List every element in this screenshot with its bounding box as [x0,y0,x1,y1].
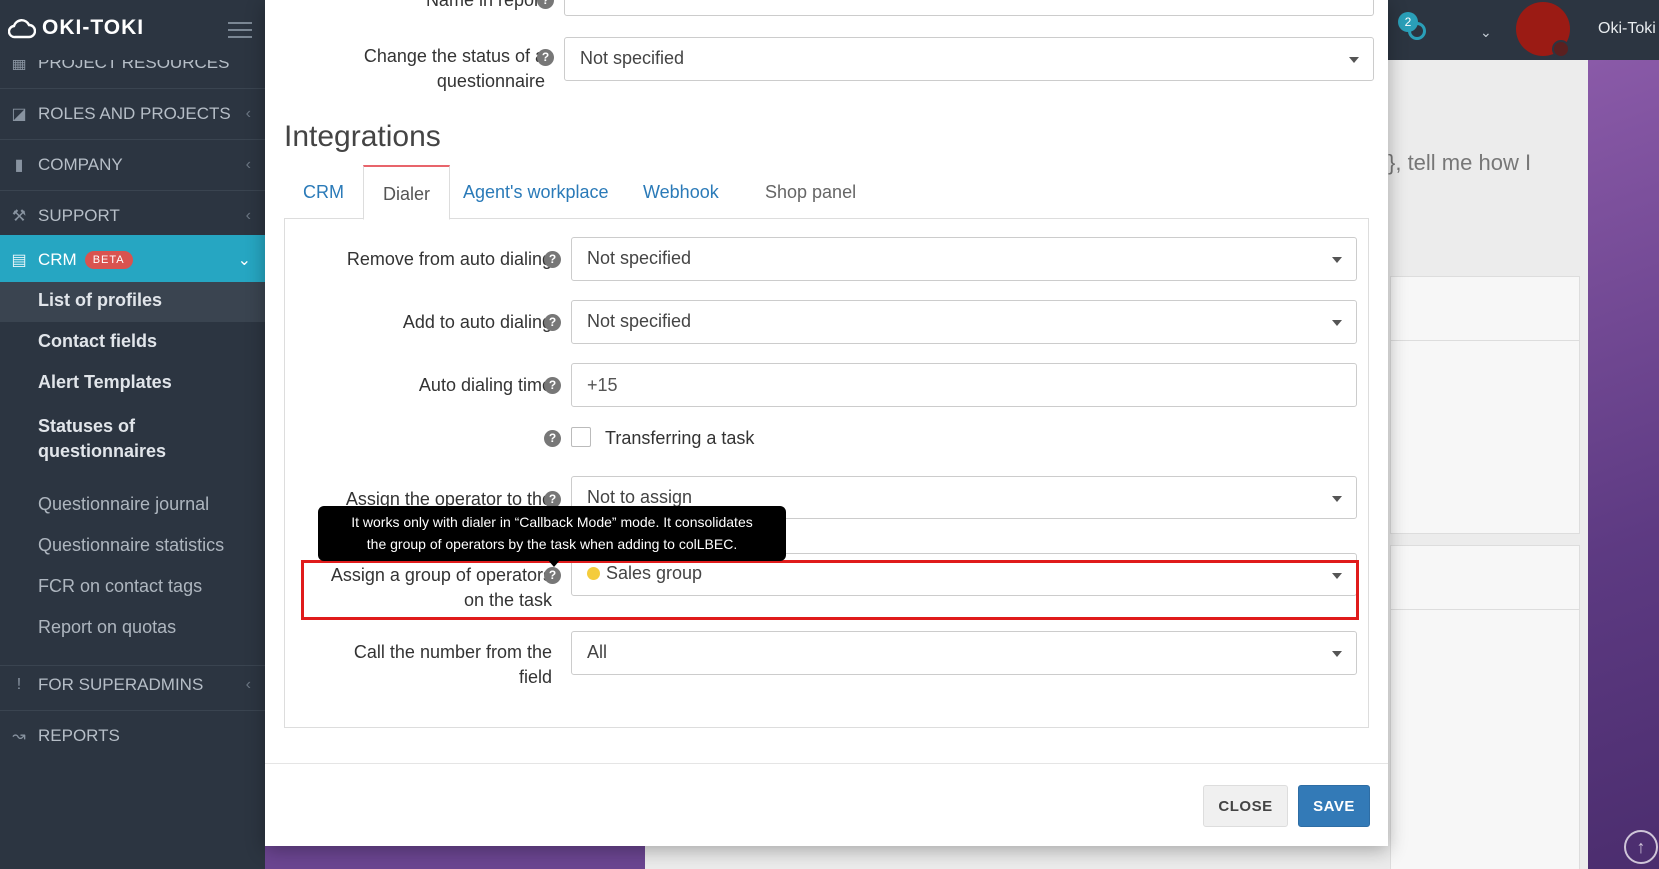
caret-down-icon [1332,257,1342,263]
sidebar: ▦ PROJECT RESOURCES ◪ ROLES AND PROJECTS… [0,60,265,869]
remove-auto-dialing-label: Remove from auto dialing [346,249,552,269]
background-card [1390,276,1580,534]
sidebar-item-label: CRM [38,250,77,269]
sidebar-item-company[interactable]: ▮ COMPANY ‹ [0,140,265,190]
tab-webhook[interactable]: Webhook [624,165,738,219]
sidebar-item-crm[interactable]: ▤ CRM BETA ⌄ [0,235,265,285]
chevron-left-icon: ‹ [245,105,251,122]
change-status-label: Change the status of a questionnaire [363,46,545,91]
highlight-annotation [301,560,1359,620]
tab-dialer[interactable]: Dialer [363,165,451,220]
sidebar-item-label: ROLES AND PROJECTS [38,104,231,123]
integrations-modal: Name in report ? The text of the answer … [265,0,1388,846]
brand-name: OKI-TOKI [42,16,145,39]
background-text: }, tell me how I [1388,150,1532,175]
background-decoration [1588,60,1659,869]
tooltip-arrow [548,560,560,567]
add-auto-dialing-label: Add to auto dialing [402,312,552,332]
sidebar-item-project-resources[interactable]: ▦ PROJECT RESOURCES [0,60,265,88]
background-card [1390,545,1580,869]
chevron-down-icon: ⌄ [237,252,251,269]
remove-auto-dialing-select[interactable]: Not specified [571,237,1357,281]
sidebar-item-label: FOR SUPERADMINS [38,675,204,694]
chevron-down-icon[interactable]: ⌄ [1480,24,1492,41]
transferring-task-checkbox[interactable] [571,427,591,447]
status-dot [1552,40,1570,58]
tab-crm[interactable]: CRM [284,165,363,219]
help-icon[interactable]: ? [544,377,561,394]
exclamation-icon: ! [16,676,22,693]
help-icon[interactable]: ? [544,430,561,447]
sidebar-item-label: PROJECT RESOURCES [38,60,230,72]
name-in-report-label: Name in report [425,0,545,10]
sidebar-item-label: COMPANY [38,155,123,174]
menu-toggle-icon[interactable] [228,22,252,38]
chevron-left-icon: ‹ [245,156,251,173]
save-button[interactable]: SAVE [1298,785,1370,827]
help-icon[interactable]: ? [544,314,561,331]
sidebar-item-support[interactable]: ⚒ SUPPORT ‹ [0,191,265,241]
add-auto-dialing-select[interactable]: Not specified [571,300,1357,344]
logo[interactable]: OKI-TOKI [8,16,144,40]
notification-badge: 2 [1398,12,1418,32]
integration-tabs: CRM Dialer Agent's workplace Webhook Sho… [284,165,1369,220]
wrench-icon: ⚒ [11,208,27,225]
list-icon: ▤ [11,252,27,269]
crm-subitem[interactable]: Questionnaire statistics [38,535,224,556]
sidebar-item-reports[interactable]: ↝ REPORTS [0,711,265,761]
name-in-report-input[interactable]: The text of the answer [564,0,1374,16]
caret-down-icon [1332,496,1342,502]
crm-subitem[interactable]: Alert Templates [38,372,172,393]
help-icon[interactable]: ? [544,251,561,268]
cloud-logo-icon [8,19,36,39]
chevron-left-icon: ‹ [245,676,251,693]
caret-down-icon [1349,57,1359,63]
sidebar-item-roles-and-projects[interactable]: ◪ ROLES AND PROJECTS ‹ [0,89,265,139]
chevron-left-icon: ‹ [245,207,251,224]
scroll-to-top-icon[interactable]: ↑ [1624,830,1658,864]
crm-subitem[interactable]: List of profiles [38,290,162,311]
help-tooltip: It works only with dialer in “Callback M… [318,506,786,561]
sidebar-item-label: REPORTS [38,726,120,745]
grid-icon: ▦ [11,60,27,72]
sidebar-item-for-superadmins[interactable]: ! FOR SUPERADMINS ‹ [0,660,265,710]
line-chart-icon: ↝ [12,728,26,745]
auto-dialing-time-input[interactable]: +15 [571,363,1357,407]
transferring-task-label: Transferring a task [605,428,755,448]
help-icon[interactable]: ? [537,49,554,66]
change-status-select[interactable]: Not specified [564,37,1374,81]
crm-subitem[interactable]: Report on quotas [38,617,176,638]
crm-subitem[interactable]: Contact fields [38,331,157,352]
caret-down-icon [1332,320,1342,326]
close-button[interactable]: CLOSE [1203,785,1288,827]
auto-dialing-time-label: Auto dialing time [418,375,552,395]
call-from-field-label: Call the number from the field [353,642,552,687]
crm-subitem[interactable]: Questionnaire journal [38,494,209,515]
crm-subitem[interactable]: FCR on contact tags [38,576,202,597]
section-title: Integrations [284,120,441,153]
modal-footer-divider [265,763,1388,764]
tab-agents-workplace[interactable]: Agent's workplace [444,165,628,219]
toggle-icon: ◪ [11,106,27,123]
beta-badge: BETA [84,251,133,269]
sidebar-item-label: SUPPORT [38,206,120,225]
crm-subitem[interactable]: Statuses of questionnaires [38,414,228,464]
bar-chart-icon: ▮ [14,157,24,174]
call-from-field-select[interactable]: All [571,631,1357,675]
tab-shop-panel[interactable]: Shop panel [746,165,875,219]
username[interactable]: Oki-Toki [1598,20,1656,38]
caret-down-icon [1332,651,1342,657]
